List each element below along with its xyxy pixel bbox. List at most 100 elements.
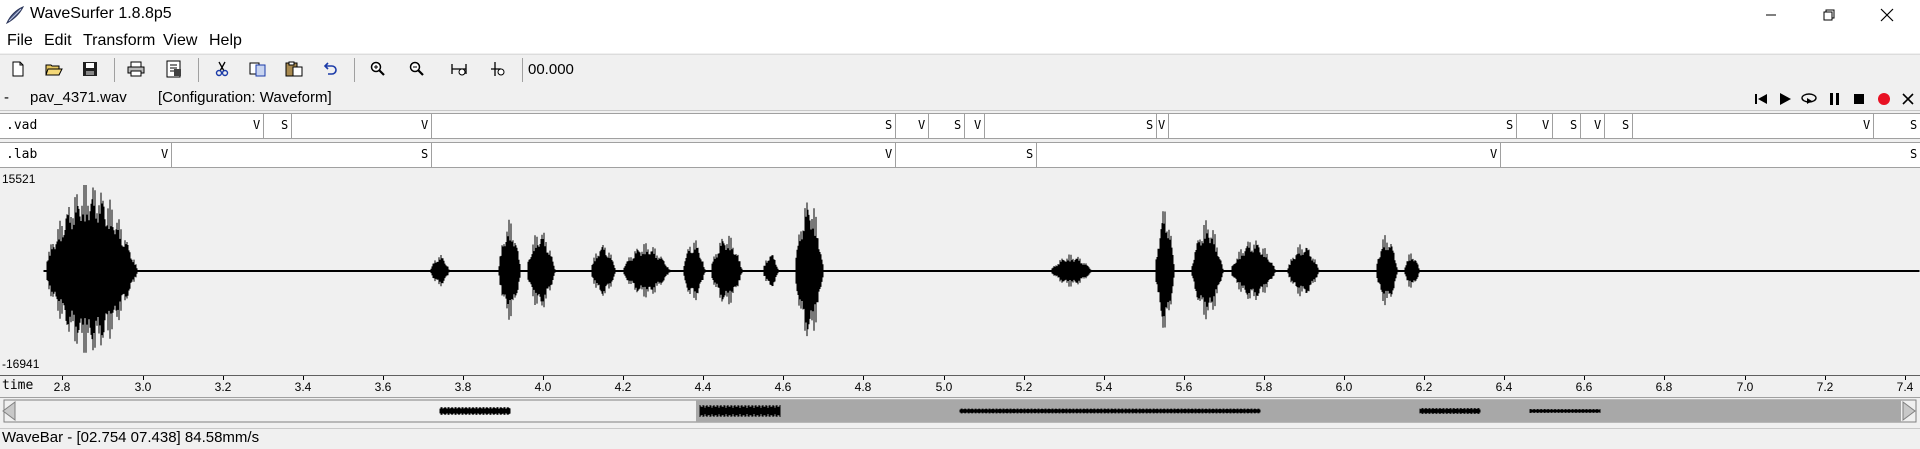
toolbar-separator	[354, 58, 355, 82]
pause-icon	[1830, 93, 1839, 105]
zoom-in-button[interactable]	[365, 56, 391, 82]
transcription-tier-vad[interactable]: .vad VSVSVSVSVSVSVSVS	[0, 113, 1920, 139]
tier-boundary[interactable]	[1632, 114, 1633, 138]
zoom-fit-button[interactable]	[446, 56, 472, 82]
stop-button[interactable]	[1850, 90, 1868, 108]
menu-file[interactable]: File	[7, 32, 33, 50]
minimize-icon	[1766, 14, 1776, 15]
close-window-button[interactable]	[1858, 0, 1916, 29]
tier-boundary[interactable]	[1036, 143, 1037, 167]
tier-boundary[interactable]	[431, 114, 432, 138]
tier-label[interactable]: V	[918, 118, 925, 132]
undo-button[interactable]	[317, 56, 343, 82]
tier-label[interactable]: V	[1490, 147, 1497, 161]
tier-boundary[interactable]	[171, 143, 172, 167]
close-sound-button[interactable]	[1899, 90, 1917, 108]
tier-boundary[interactable]	[1580, 114, 1581, 138]
tier-label[interactable]: S	[421, 147, 428, 161]
open-button[interactable]	[41, 56, 67, 82]
menu-edit[interactable]: Edit	[44, 32, 72, 50]
tier-label[interactable]: S	[1506, 118, 1513, 132]
axis-tick-label: 4.0	[534, 380, 552, 394]
axis-tick-label: 3.6	[374, 380, 392, 394]
axis-tick-label: 5.8	[1255, 380, 1273, 394]
new-file-button[interactable]	[5, 56, 31, 82]
tier-boundary[interactable]	[1873, 114, 1874, 138]
loop-play-button[interactable]	[1800, 90, 1818, 108]
tier-boundary[interactable]	[928, 114, 929, 138]
menu-transform[interactable]: Transform	[83, 32, 155, 50]
tier-label[interactable]: V	[1594, 118, 1601, 132]
tier-label[interactable]: S	[885, 118, 892, 132]
tier-name: .lab	[6, 147, 38, 162]
tier-label[interactable]: S	[1570, 118, 1577, 132]
wavebar[interactable]	[0, 397, 1920, 426]
collapse-toggle[interactable]: -	[4, 89, 9, 106]
skip-start-button[interactable]	[1752, 90, 1770, 108]
status-text: WaveBar - [02.754 07.438] 84.58mm/s	[2, 429, 260, 446]
print-icon	[127, 61, 145, 77]
tier-label[interactable]: S	[1026, 147, 1033, 161]
waveform-pane[interactable]	[0, 168, 1920, 375]
play-button[interactable]	[1776, 90, 1794, 108]
save-button[interactable]	[77, 56, 103, 82]
wavebar-overview	[2, 399, 1917, 423]
tier-label[interactable]: V	[253, 118, 260, 132]
tier-label[interactable]: S	[954, 118, 961, 132]
tier-boundary[interactable]	[431, 143, 432, 167]
record-button[interactable]	[1875, 90, 1893, 108]
zoom-out-icon	[409, 61, 424, 76]
tier-boundary[interactable]	[1500, 143, 1501, 167]
zoom-fit-icon	[451, 64, 467, 76]
tier-boundary[interactable]	[263, 114, 264, 138]
tier-boundary[interactable]	[1516, 114, 1517, 138]
tier-label[interactable]: V	[974, 118, 981, 132]
menu-help[interactable]: Help	[209, 32, 242, 50]
tier-label[interactable]: S	[1622, 118, 1629, 132]
print-button[interactable]	[123, 56, 149, 82]
tier-label[interactable]: S	[1910, 147, 1917, 161]
stop-icon	[1854, 94, 1864, 104]
time-display: 00.000	[528, 61, 574, 78]
axis-tick-label: 5.2	[1015, 380, 1033, 394]
waveform-plot	[43, 185, 1920, 353]
tier-label[interactable]: S	[1146, 118, 1153, 132]
tier-boundary[interactable]	[895, 143, 896, 167]
pause-button[interactable]	[1826, 90, 1844, 108]
tier-label[interactable]: S	[1910, 118, 1917, 132]
tier-label[interactable]: V	[885, 147, 892, 161]
minimize-button[interactable]	[1742, 0, 1800, 29]
paste-button[interactable]	[281, 56, 307, 82]
tier-boundary[interactable]	[984, 114, 985, 138]
tier-label[interactable]: V	[1158, 118, 1165, 132]
properties-button[interactable]	[161, 56, 187, 82]
axis-tick-label: 4.2	[614, 380, 632, 394]
tier-boundary[interactable]	[1168, 114, 1169, 138]
tier-boundary[interactable]	[895, 114, 896, 138]
restore-icon	[1823, 9, 1835, 20]
wavebar-visible-region	[696, 400, 1901, 422]
tier-boundary[interactable]	[1156, 114, 1157, 138]
copy-button[interactable]	[245, 56, 271, 82]
tier-boundary[interactable]	[964, 114, 965, 138]
transcription-tier-lab[interactable]: .lab V S V S V S	[0, 142, 1920, 168]
close-icon	[1902, 93, 1914, 105]
record-icon	[1878, 93, 1890, 105]
tier-boundary[interactable]	[1552, 114, 1553, 138]
tier-label[interactable]: S	[281, 118, 288, 132]
zoom-selection-button[interactable]	[485, 56, 511, 82]
tier-boundary[interactable]	[1604, 114, 1605, 138]
zoom-out-button[interactable]	[404, 56, 430, 82]
paste-icon	[285, 61, 303, 77]
undo-icon	[323, 62, 337, 75]
axis-tick-label: 3.4	[294, 380, 312, 394]
cut-button[interactable]	[209, 56, 235, 82]
tier-label[interactable]: V	[161, 147, 168, 161]
maximize-button[interactable]	[1800, 0, 1858, 29]
tier-label[interactable]: V	[1542, 118, 1549, 132]
tier-boundary[interactable]	[291, 114, 292, 138]
tier-label[interactable]: V	[1863, 118, 1870, 132]
menu-view[interactable]: View	[163, 32, 197, 50]
tier-label[interactable]: V	[421, 118, 428, 132]
toolbar-separator	[198, 58, 199, 82]
